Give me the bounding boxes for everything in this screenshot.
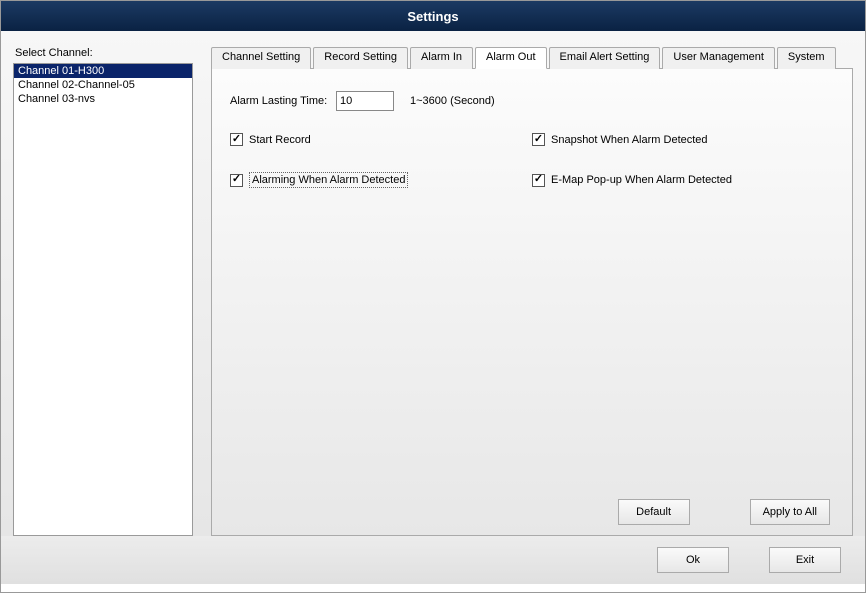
apply-to-all-button[interactable]: Apply to All	[750, 499, 830, 525]
tab-user-management[interactable]: User Management	[662, 47, 775, 69]
select-channel-label: Select Channel:	[15, 47, 193, 59]
main-panel: Channel Setting Record Setting Alarm In …	[211, 41, 853, 536]
start-record-checkbox[interactable]	[230, 133, 243, 146]
content-area: Select Channel: Channel 01-H300 Channel …	[1, 31, 865, 536]
lasting-time-row: Alarm Lasting Time: 1~3600 (Second)	[230, 91, 834, 111]
tab-strip: Channel Setting Record Setting Alarm In …	[211, 47, 853, 69]
snapshot-checkbox[interactable]	[532, 133, 545, 146]
tab-email-alert[interactable]: Email Alert Setting	[549, 47, 661, 69]
footer: Ok Exit	[1, 536, 865, 584]
tab-alarm-out[interactable]: Alarm Out	[475, 47, 547, 69]
tab-channel-setting[interactable]: Channel Setting	[211, 47, 311, 69]
tab-system[interactable]: System	[777, 47, 836, 69]
channel-item[interactable]: Channel 01-H300	[14, 64, 192, 78]
emap-checkbox[interactable]	[532, 174, 545, 187]
snapshot-wrap[interactable]: Snapshot When Alarm Detected	[532, 133, 834, 146]
lasting-time-input[interactable]	[336, 91, 394, 111]
emap-label: E-Map Pop-up When Alarm Detected	[551, 174, 732, 186]
lasting-time-range: 1~3600 (Second)	[410, 95, 495, 107]
alarming-label: Alarming When Alarm Detected	[249, 172, 408, 188]
channel-item[interactable]: Channel 02-Channel-05	[14, 78, 192, 92]
tab-alarm-in[interactable]: Alarm In	[410, 47, 473, 69]
tab-record-setting[interactable]: Record Setting	[313, 47, 408, 69]
ok-button[interactable]: Ok	[657, 547, 729, 573]
start-record-label: Start Record	[249, 134, 311, 146]
channel-item[interactable]: Channel 03-nvs	[14, 92, 192, 106]
panel-buttons: Default Apply to All	[230, 499, 834, 525]
exit-button[interactable]: Exit	[769, 547, 841, 573]
alarming-wrap[interactable]: Alarming When Alarm Detected	[230, 172, 532, 188]
start-record-wrap[interactable]: Start Record	[230, 133, 532, 146]
default-button[interactable]: Default	[618, 499, 690, 525]
sidebar: Select Channel: Channel 01-H300 Channel …	[13, 41, 193, 536]
checkbox-grid: Start Record Snapshot When Alarm Detecte…	[230, 133, 834, 214]
emap-wrap[interactable]: E-Map Pop-up When Alarm Detected	[532, 172, 834, 188]
title-bar: Settings	[1, 1, 865, 31]
alarming-checkbox[interactable]	[230, 174, 243, 187]
alarm-out-panel: Alarm Lasting Time: 1~3600 (Second) Star…	[211, 68, 853, 536]
lasting-time-label: Alarm Lasting Time:	[230, 95, 336, 107]
snapshot-label: Snapshot When Alarm Detected	[551, 134, 708, 146]
window-title: Settings	[407, 9, 458, 24]
channel-list[interactable]: Channel 01-H300 Channel 02-Channel-05 Ch…	[13, 63, 193, 536]
